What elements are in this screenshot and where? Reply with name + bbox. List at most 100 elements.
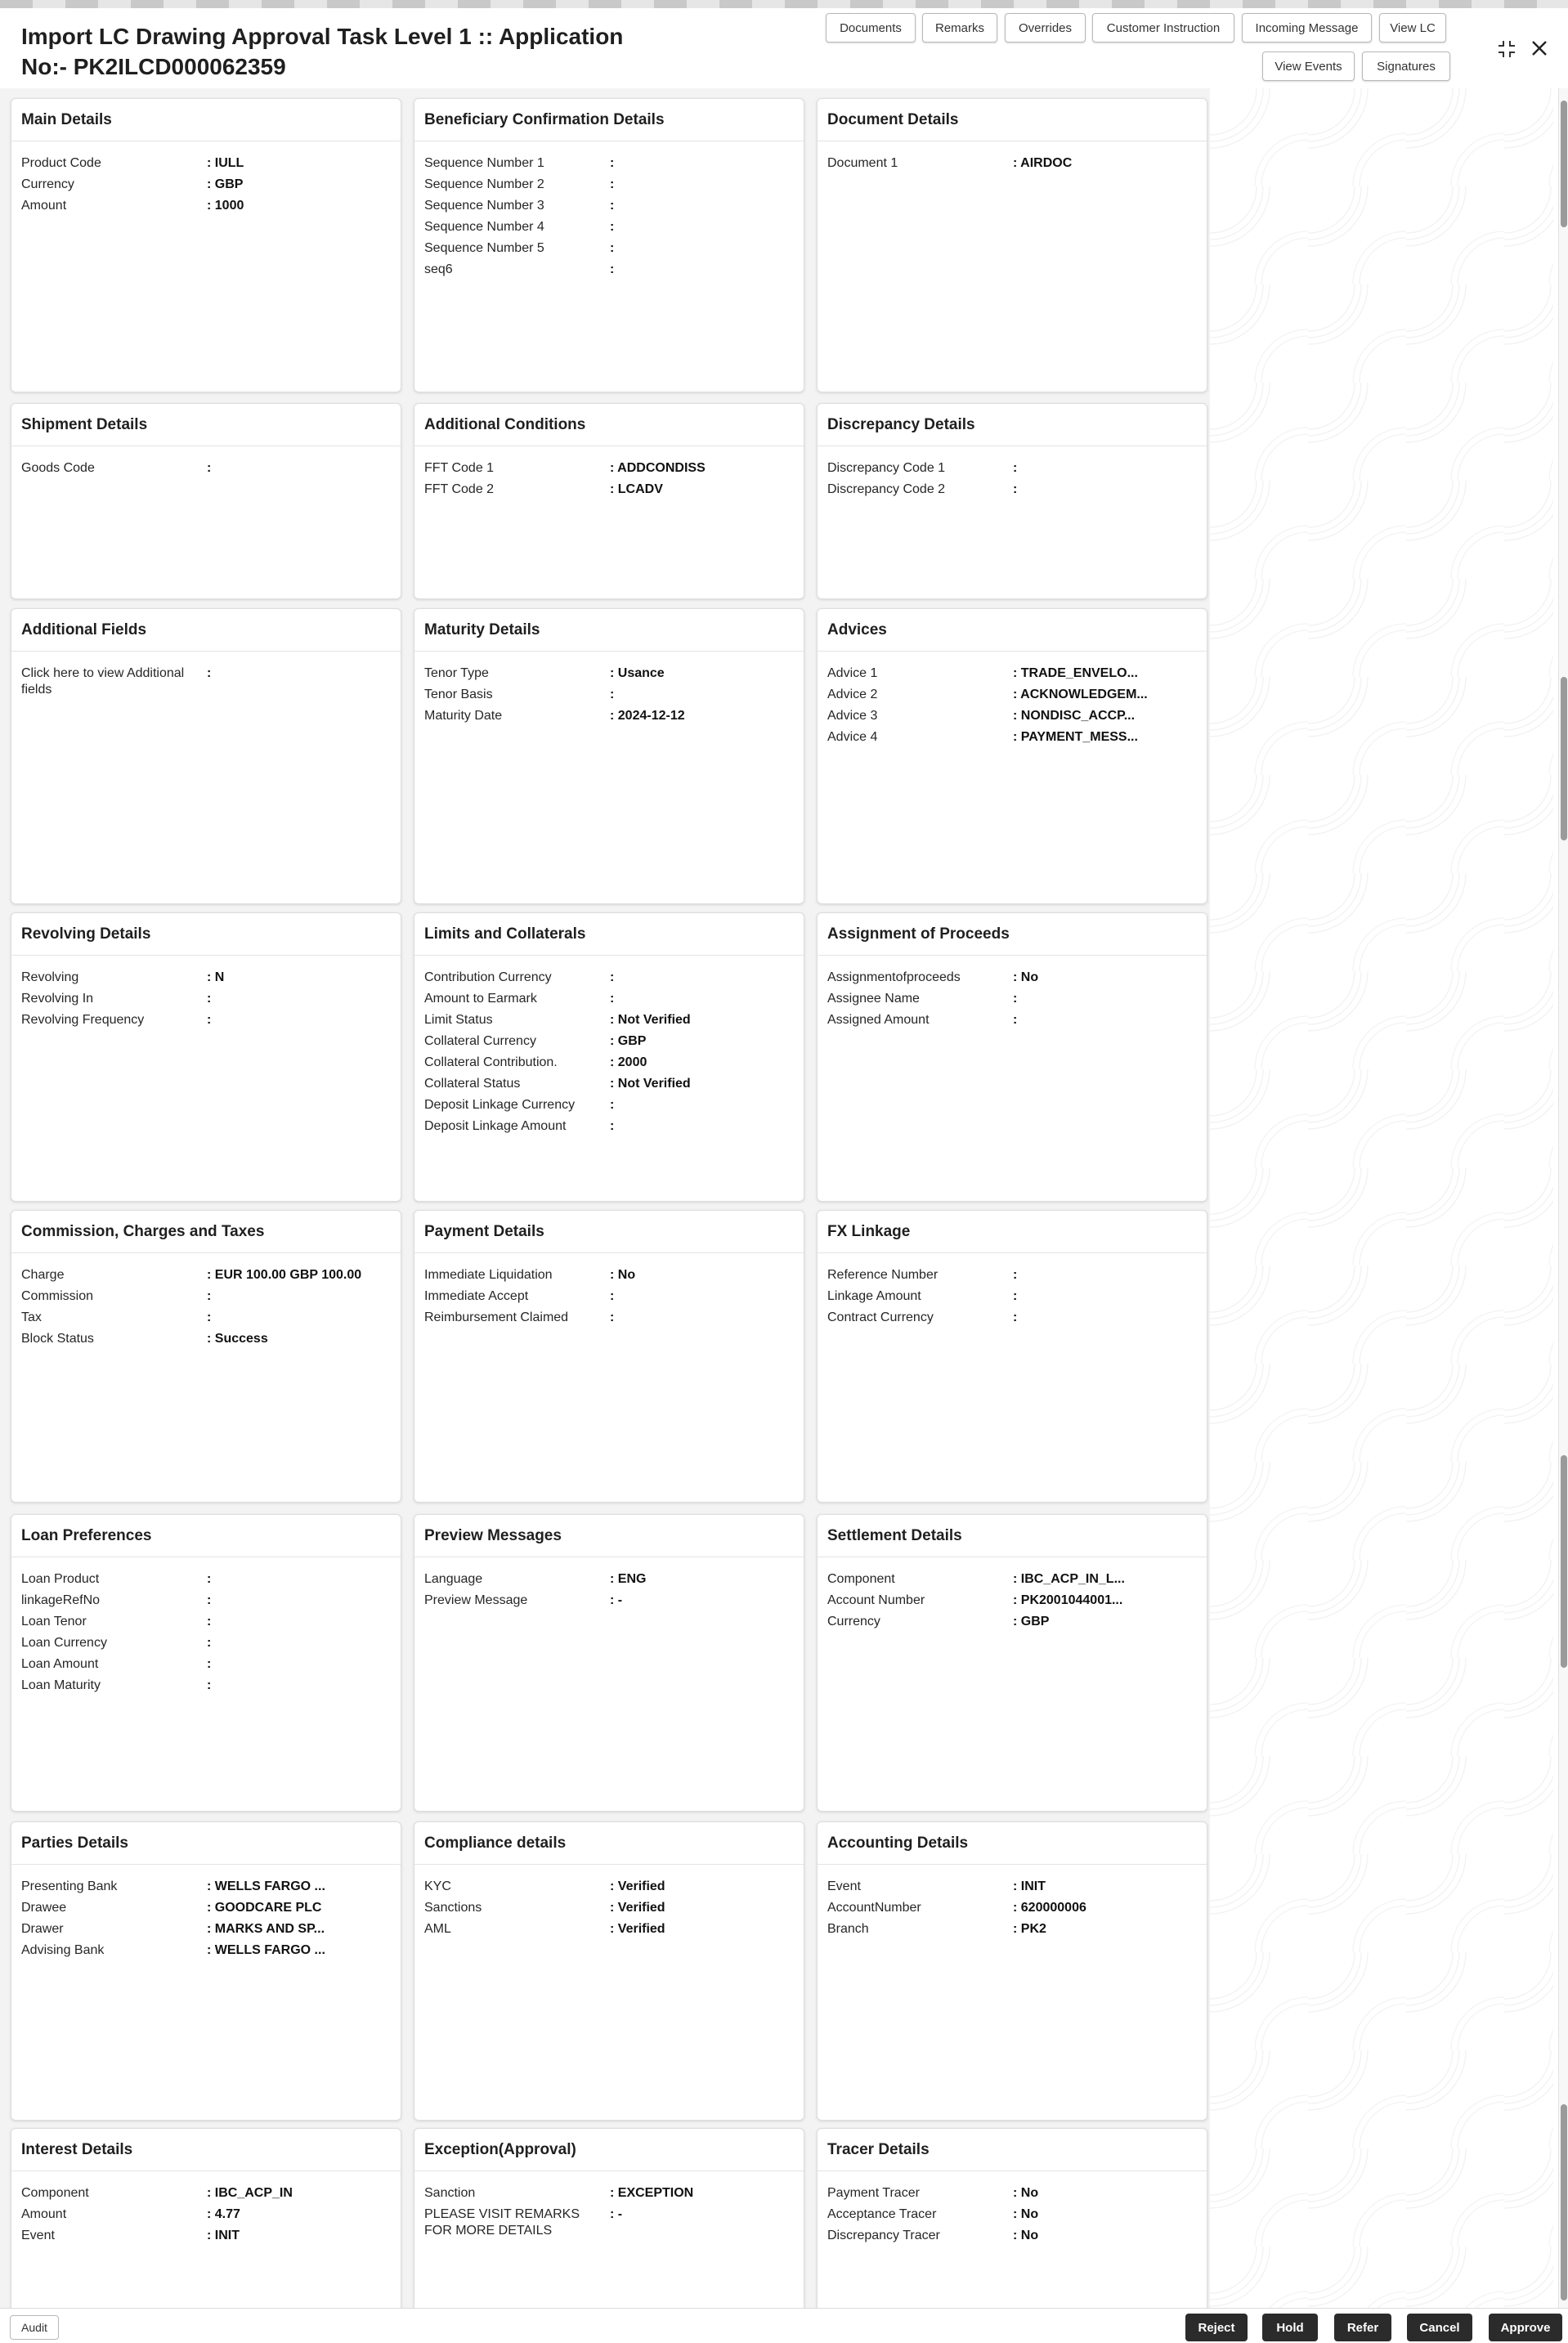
field-value: : N [207, 970, 225, 984]
field-label: Immediate Accept [424, 1289, 529, 1303]
card-title: Revolving Details [11, 913, 401, 956]
field-label: Loan Maturity [21, 1678, 101, 1692]
card-title: Discrepancy Details [818, 404, 1207, 446]
field-label: Payment Tracer [827, 2186, 920, 2200]
card-loan-preferences: Loan Preferences Loan Product: linkageRefN… [11, 1514, 401, 1812]
field-row: Event : INIT [827, 1879, 1197, 1900]
view-events-button[interactable]: View Events [1262, 52, 1355, 81]
field-label: Maturity Date [424, 709, 503, 723]
field-row: Revolving: N [21, 970, 391, 991]
card-preview-messages: Preview Messages Language: ENG Preview Mes… [414, 1514, 804, 1812]
card-additional-fields: Additional Fields Click here to view Addi… [11, 608, 401, 904]
card-exception-approval: Exception(Approval) Sanction: EXCEPTION PL… [414, 2128, 804, 2324]
field-row: Event: INIT [21, 2228, 391, 2249]
field-label: Reference Number [827, 1268, 939, 1282]
card-title: FX Linkage [818, 1211, 1207, 1253]
action-footer: Audit Reject Hold Refer Cancel Approve [0, 2308, 1568, 2343]
scrollbar-thumb-secondary[interactable] [1561, 677, 1567, 840]
field-value: : 620000006 [1013, 1901, 1086, 1915]
field-label: Tax [21, 1310, 42, 1324]
field-value: : TRADE_ENVELO... [1013, 666, 1138, 680]
field-row: Sequence Number 2: [424, 177, 794, 198]
card-title: Additional Fields [11, 609, 401, 652]
field-value: : [207, 1615, 212, 1628]
field-label: Contract Currency [827, 1310, 934, 1324]
field-row: Collateral Currency: GBP [424, 1033, 794, 1055]
field-label: Sanction [424, 2186, 476, 2200]
field-value: : [610, 970, 615, 984]
field-row: Goods Code: [21, 460, 391, 482]
card-title: Settlement Details [818, 1515, 1207, 1557]
field-row: Immediate Liquidation: No [424, 1267, 794, 1288]
remarks-button[interactable]: Remarks [922, 13, 997, 43]
field-label: Assigned Amount [827, 1013, 930, 1027]
field-label: Advice 1 [827, 666, 878, 680]
field-row: Limit Status: Not Verified [424, 1012, 794, 1033]
close-icon[interactable] [1529, 38, 1550, 62]
collapse-icon[interactable] [1496, 38, 1517, 63]
documents-button[interactable]: Documents [826, 13, 916, 43]
field-value: : INIT [207, 2229, 240, 2242]
field-value: : IBC_ACP_IN [207, 2186, 293, 2200]
field-row: Contribution Currency: [424, 970, 794, 991]
refer-button[interactable]: Refer [1334, 2314, 1391, 2341]
card-title: Interest Details [11, 2129, 401, 2171]
page-header: Import LC Drawing Approval Task Level 1 … [0, 8, 1568, 90]
incoming-message-button[interactable]: Incoming Message [1242, 13, 1372, 43]
field-value: : [207, 1593, 212, 1607]
view-lc-button[interactable]: View LC [1379, 13, 1446, 43]
customer-instruction-button[interactable]: Customer Instruction [1092, 13, 1234, 43]
field-row: KYC: Verified [424, 1879, 794, 1900]
field-label: Discrepancy Tracer [827, 2229, 940, 2242]
field-value: : IBC_ACP_IN_L... [1013, 1572, 1125, 1586]
field-value: : AIRDOC [1013, 156, 1073, 170]
field-label: Component [827, 1572, 895, 1586]
field-row: Drawee: GOODCARE PLC [21, 1900, 391, 1921]
overrides-button[interactable]: Overrides [1005, 13, 1086, 43]
scrollbar-thumb-bottom[interactable] [1561, 2104, 1567, 2300]
field-value: : Success [207, 1332, 268, 1346]
card-discrepancy-details: Discrepancy Details Discrepancy Code 1: Di… [817, 403, 1207, 599]
audit-button[interactable]: Audit [10, 2315, 59, 2340]
field-label: Component [21, 2186, 89, 2200]
approve-button[interactable]: Approve [1489, 2314, 1562, 2341]
field-row: Amount: 4.77 [21, 2206, 391, 2228]
field-label: Loan Amount [21, 1657, 99, 1671]
field-value: : - [610, 2207, 623, 2221]
field-label: Advice 4 [827, 730, 878, 744]
signatures-button[interactable]: Signatures [1362, 52, 1450, 81]
field-label[interactable]: Click here to view Additional fields [21, 665, 207, 698]
card-title: Tracer Details [818, 2129, 1207, 2171]
field-row: Click here to view Additional fields: [21, 665, 391, 698]
card-revolving-details: Revolving Details Revolving: N Revolving I… [11, 912, 401, 1202]
field-label: Collateral Currency [424, 1034, 536, 1048]
field-value: : [610, 177, 615, 191]
card-fields: Product Code: IULL Currency: GBP Amount: 1… [11, 141, 401, 219]
hold-button[interactable]: Hold [1262, 2314, 1318, 2341]
field-row: Advice 2: ACKNOWLEDGEM... [827, 687, 1197, 708]
scrollbar-thumb-tertiary[interactable] [1561, 1455, 1567, 1668]
field-value: : [610, 262, 615, 276]
card-title: Main Details [11, 99, 401, 141]
field-row: Linkage Amount: [827, 1288, 1197, 1310]
reject-button[interactable]: Reject [1185, 2314, 1248, 2341]
field-value: : Usance [610, 666, 665, 680]
field-label: Commission [21, 1289, 94, 1303]
cancel-button[interactable]: Cancel [1407, 2314, 1472, 2341]
field-label: Sanctions [424, 1901, 482, 1915]
field-label: Document 1 [827, 156, 898, 170]
field-row: Sequence Number 4: [424, 219, 794, 240]
card-title: Compliance details [414, 1822, 804, 1865]
card-fields: Reference Number: Linkage Amount: Contract… [818, 1253, 1207, 1331]
field-row: Collateral Contribution.: 2000 [424, 1055, 794, 1076]
field-row: Reference Number: [827, 1267, 1197, 1288]
card-main-details: Main Details Product Code: IULL Currency: … [11, 98, 401, 392]
field-label: Event [827, 1879, 861, 1893]
scrollbar-thumb[interactable] [1561, 101, 1567, 227]
card-tracer-details: Tracer Details Payment Tracer: No Acceptan… [817, 2128, 1207, 2324]
field-label: Preview Message [424, 1593, 528, 1607]
field-value: : [1013, 992, 1018, 1006]
vertical-scrollbar[interactable] [1558, 88, 1568, 2308]
field-value: : [207, 461, 212, 475]
field-value: : INIT [1013, 1879, 1046, 1893]
